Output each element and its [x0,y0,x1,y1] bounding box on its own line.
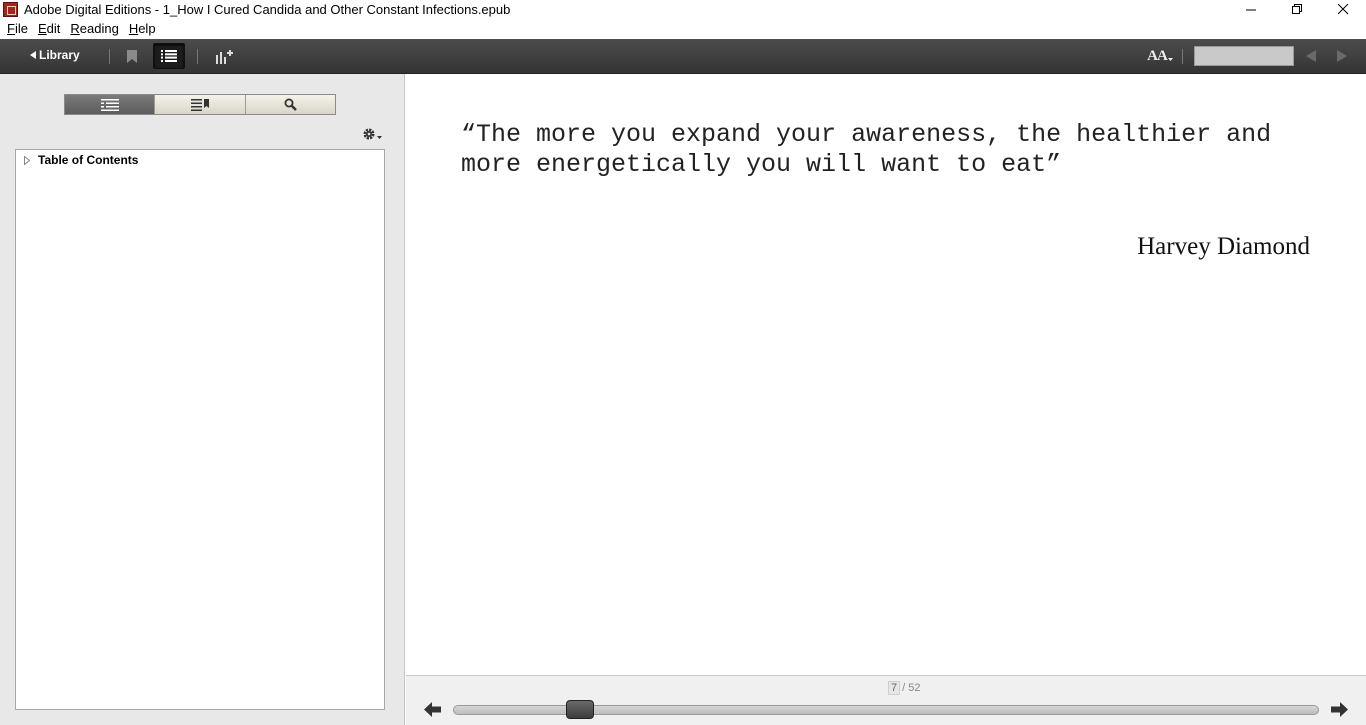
minimize-icon [1245,9,1256,11]
font-size-button[interactable]: AA [1146,47,1174,65]
toolbar-separator [197,49,198,64]
tab-bookmarks[interactable] [155,95,246,114]
triangle-left-icon [1306,50,1316,62]
expand-triangle-icon[interactable] [24,155,30,165]
bookmark-list-icon [190,98,209,111]
library-button[interactable]: Library [30,48,80,62]
restore-button[interactable] [1274,0,1320,19]
close-button[interactable] [1320,0,1366,19]
back-triangle-icon [30,51,36,59]
library-label: Library [39,48,80,62]
page-indicator: 7 / 52 [888,681,920,695]
restore-icon [1291,4,1302,14]
toolbar: Library AA [0,39,1366,74]
gear-icon [363,128,375,140]
current-page-field[interactable]: 7 [888,681,901,695]
window-controls [1228,0,1366,19]
menu-bar: File Edit Reading Help [0,19,1366,39]
toolbar-separator [1182,49,1183,64]
menu-file[interactable]: File [7,19,28,39]
arrow-left-icon [424,702,441,717]
page-navigation-bar: 7 / 52 [406,675,1366,725]
previous-page-button[interactable] [1304,49,1318,63]
chevron-down-icon [1167,58,1173,61]
menu-edit[interactable]: Edit [38,19,60,39]
add-to-chart-button[interactable] [213,47,235,65]
window-title: Adobe Digital Editions - 1_How I Cured C… [24,2,511,17]
sidebar: Table of Contents [0,74,405,725]
font-size-label: AA [1147,47,1168,64]
bar-chart-plus-icon [215,49,233,64]
next-page-arrow-button[interactable] [1331,701,1348,723]
sidebar-view-switcher [64,94,336,115]
total-pages: / 52 [902,682,921,694]
next-page-button[interactable] [1335,49,1349,63]
chevron-down-icon [377,136,382,139]
page-slider-thumb[interactable] [566,700,595,719]
search-icon [284,98,297,111]
close-icon [1337,4,1348,15]
minimize-button[interactable] [1228,0,1274,19]
toc-icon [100,98,119,111]
list-icon [161,50,177,62]
triangle-right-icon [1337,50,1347,62]
page-search-input[interactable] [1194,46,1294,66]
toc-item[interactable]: Table of Contents [24,153,138,167]
reading-pane: “The more you expand your awareness, the… [406,74,1366,675]
bookmark-button[interactable] [125,48,139,64]
arrow-right-icon [1331,702,1348,717]
settings-menu-button[interactable] [362,127,382,141]
menu-reading[interactable]: Reading [70,19,118,39]
tab-table-of-contents[interactable] [65,95,156,114]
previous-page-arrow-button[interactable] [424,701,441,723]
tab-search[interactable] [245,95,335,114]
app-icon [3,2,18,17]
book-quote: “The more you expand your awareness, the… [461,120,1272,179]
toc-view-button[interactable] [153,43,185,69]
toc-panel: Table of Contents [15,149,385,710]
menu-help[interactable]: Help [129,19,156,39]
title-bar: Adobe Digital Editions - 1_How I Cured C… [0,0,1366,19]
toolbar-separator [109,49,110,64]
toc-item-label: Table of Contents [38,153,139,167]
quote-author: Harvey Diamond [1137,233,1310,260]
bookmark-icon [127,49,137,63]
